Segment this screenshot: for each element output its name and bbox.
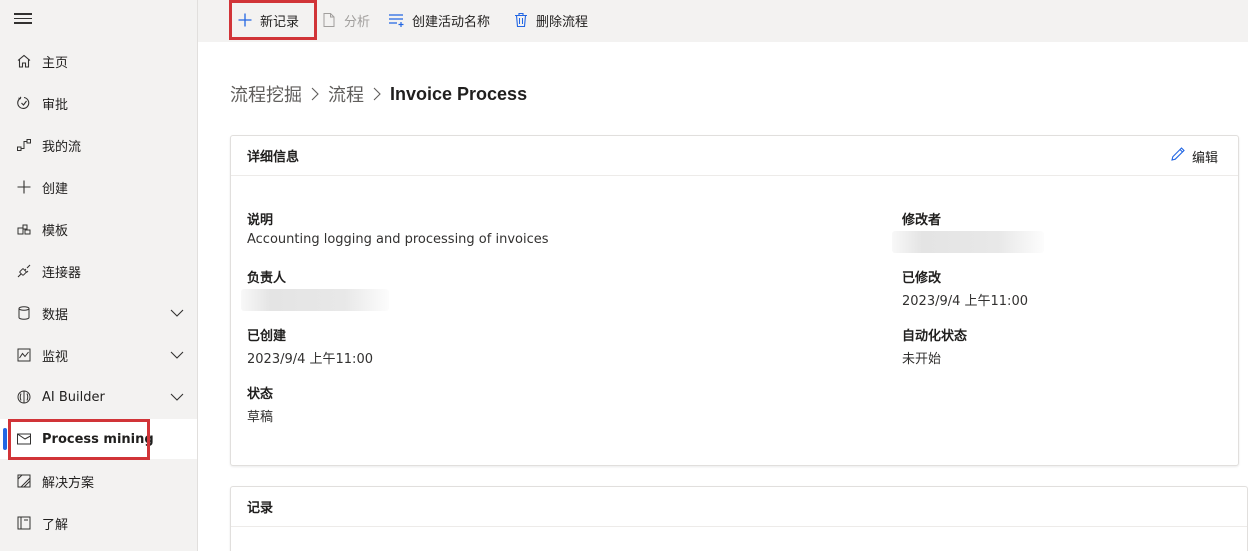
details-title: 详细信息 bbox=[247, 150, 300, 165]
sidebar-item-label: 创建 bbox=[42, 181, 69, 197]
sidebar-item-label: 我的流 bbox=[42, 139, 82, 155]
sidebar-item-home[interactable]: 主页 bbox=[0, 41, 197, 81]
list-add-icon bbox=[388, 11, 406, 29]
delete-process-button[interactable]: 删除流程 bbox=[512, 0, 588, 40]
breadcrumb-processes[interactable]: 流程 bbox=[328, 81, 364, 107]
sidebar-item-solutions[interactable]: 解决方案 bbox=[0, 461, 197, 501]
sidebar-item-label: 主页 bbox=[42, 55, 69, 71]
command-bar: 新记录 分析 创建活动名称 删除流程 bbox=[198, 0, 1248, 42]
edit-button[interactable]: 编辑 bbox=[1170, 146, 1218, 166]
monitor-icon bbox=[15, 346, 33, 364]
connectors-icon bbox=[15, 262, 33, 280]
records-card-header: 记录 bbox=[231, 487, 1247, 527]
document-icon bbox=[320, 11, 338, 29]
sidebar-item-label: 解决方案 bbox=[42, 475, 95, 491]
solutions-icon bbox=[15, 472, 33, 490]
sidebar-item-connectors[interactable]: 连接器 bbox=[0, 251, 197, 291]
breadcrumb: 流程挖掘 流程 Invoice Process bbox=[230, 80, 527, 108]
chevron-down-icon[interactable] bbox=[169, 389, 185, 405]
sidebar-item-my-flows[interactable]: 我的流 bbox=[0, 125, 197, 165]
field-owner: 负责人 bbox=[241, 267, 389, 311]
breadcrumb-process-mining[interactable]: 流程挖掘 bbox=[230, 81, 302, 107]
sidebar-item-ai-builder[interactable]: AI Builder bbox=[0, 377, 197, 417]
sidebar-item-approvals[interactable]: 审批 bbox=[0, 83, 197, 123]
approvals-icon bbox=[15, 94, 33, 112]
analyze-label: 分析 bbox=[344, 14, 371, 30]
sidebar-item-templates[interactable]: 模板 bbox=[0, 209, 197, 249]
sidebar-item-label: 模板 bbox=[42, 223, 69, 239]
chevron-right-icon bbox=[304, 87, 326, 101]
automation-status-label: 自动化状态 bbox=[902, 329, 968, 344]
sidebar-item-label: 了解 bbox=[42, 517, 69, 533]
owner-label: 负责人 bbox=[247, 271, 287, 286]
field-modified-by: 修改者 bbox=[892, 209, 1044, 253]
modified-value: 2023/9/4 上午11:00 bbox=[902, 294, 1028, 309]
records-card: 记录 bbox=[230, 486, 1248, 551]
chevron-down-icon[interactable] bbox=[169, 305, 185, 321]
field-created: 已创建 2023/9/4 上午11:00 bbox=[247, 325, 373, 367]
left-navigation: 主页 审批 我的流 创建 模板 连接器 数据 监视 AI Builder Pro… bbox=[0, 0, 198, 551]
sidebar-item-label: 审批 bbox=[42, 97, 69, 113]
status-label: 状态 bbox=[247, 387, 274, 402]
chevron-down-icon[interactable] bbox=[169, 347, 185, 363]
description-label: 说明 bbox=[247, 213, 274, 228]
highlight-box bbox=[229, 0, 317, 40]
selection-indicator bbox=[3, 428, 7, 450]
sidebar-item-create[interactable]: 创建 bbox=[0, 167, 197, 207]
database-icon bbox=[15, 304, 33, 322]
sidebar-item-label: 监视 bbox=[42, 349, 69, 365]
create-activity-names-button[interactable]: 创建活动名称 bbox=[388, 0, 490, 40]
modified-by-value-redacted bbox=[892, 231, 1044, 253]
edit-label: 编辑 bbox=[1191, 150, 1218, 166]
learn-icon bbox=[15, 514, 33, 532]
modified-label: 已修改 bbox=[902, 271, 942, 286]
sidebar-item-label: AI Builder bbox=[42, 389, 105, 405]
analyze-button[interactable]: 分析 bbox=[320, 0, 370, 40]
delete-process-label: 删除流程 bbox=[536, 14, 589, 30]
field-status: 状态 草稿 bbox=[247, 383, 273, 425]
templates-icon bbox=[15, 220, 33, 238]
plus-icon bbox=[15, 178, 33, 196]
flows-icon bbox=[15, 136, 33, 154]
sidebar-item-label: 数据 bbox=[42, 307, 69, 323]
field-automation-status: 自动化状态 未开始 bbox=[902, 325, 967, 367]
sidebar-item-data[interactable]: 数据 bbox=[0, 293, 197, 333]
ai-builder-icon bbox=[15, 388, 33, 406]
created-value: 2023/9/4 上午11:00 bbox=[247, 352, 373, 367]
records-title: 记录 bbox=[247, 501, 274, 516]
status-value: 草稿 bbox=[247, 410, 274, 425]
trash-icon bbox=[512, 11, 530, 29]
page-title: Invoice Process bbox=[390, 83, 528, 104]
owner-value-redacted bbox=[241, 289, 389, 311]
automation-status-value: 未开始 bbox=[902, 352, 942, 367]
field-description: 说明 Accounting logging and processing of … bbox=[247, 209, 549, 247]
highlight-box bbox=[8, 419, 150, 460]
pencil-icon bbox=[1170, 146, 1186, 166]
field-modified: 已修改 2023/9/4 上午11:00 bbox=[902, 267, 1028, 309]
details-card-header: 详细信息 bbox=[231, 136, 1238, 176]
home-icon bbox=[15, 52, 33, 70]
sidebar-item-label: 连接器 bbox=[42, 265, 82, 281]
modified-by-label: 修改者 bbox=[902, 213, 942, 228]
description-value: Accounting logging and processing of inv… bbox=[247, 232, 549, 247]
chevron-right-icon bbox=[366, 87, 388, 101]
created-label: 已创建 bbox=[247, 329, 287, 344]
sidebar-item-learn[interactable]: 了解 bbox=[0, 503, 197, 543]
details-card: 详细信息 编辑 说明 Accounting logging and proces… bbox=[230, 135, 1239, 466]
hamburger-menu-icon[interactable] bbox=[14, 10, 32, 28]
create-activity-names-label: 创建活动名称 bbox=[412, 14, 491, 30]
sidebar-item-monitor[interactable]: 监视 bbox=[0, 335, 197, 375]
